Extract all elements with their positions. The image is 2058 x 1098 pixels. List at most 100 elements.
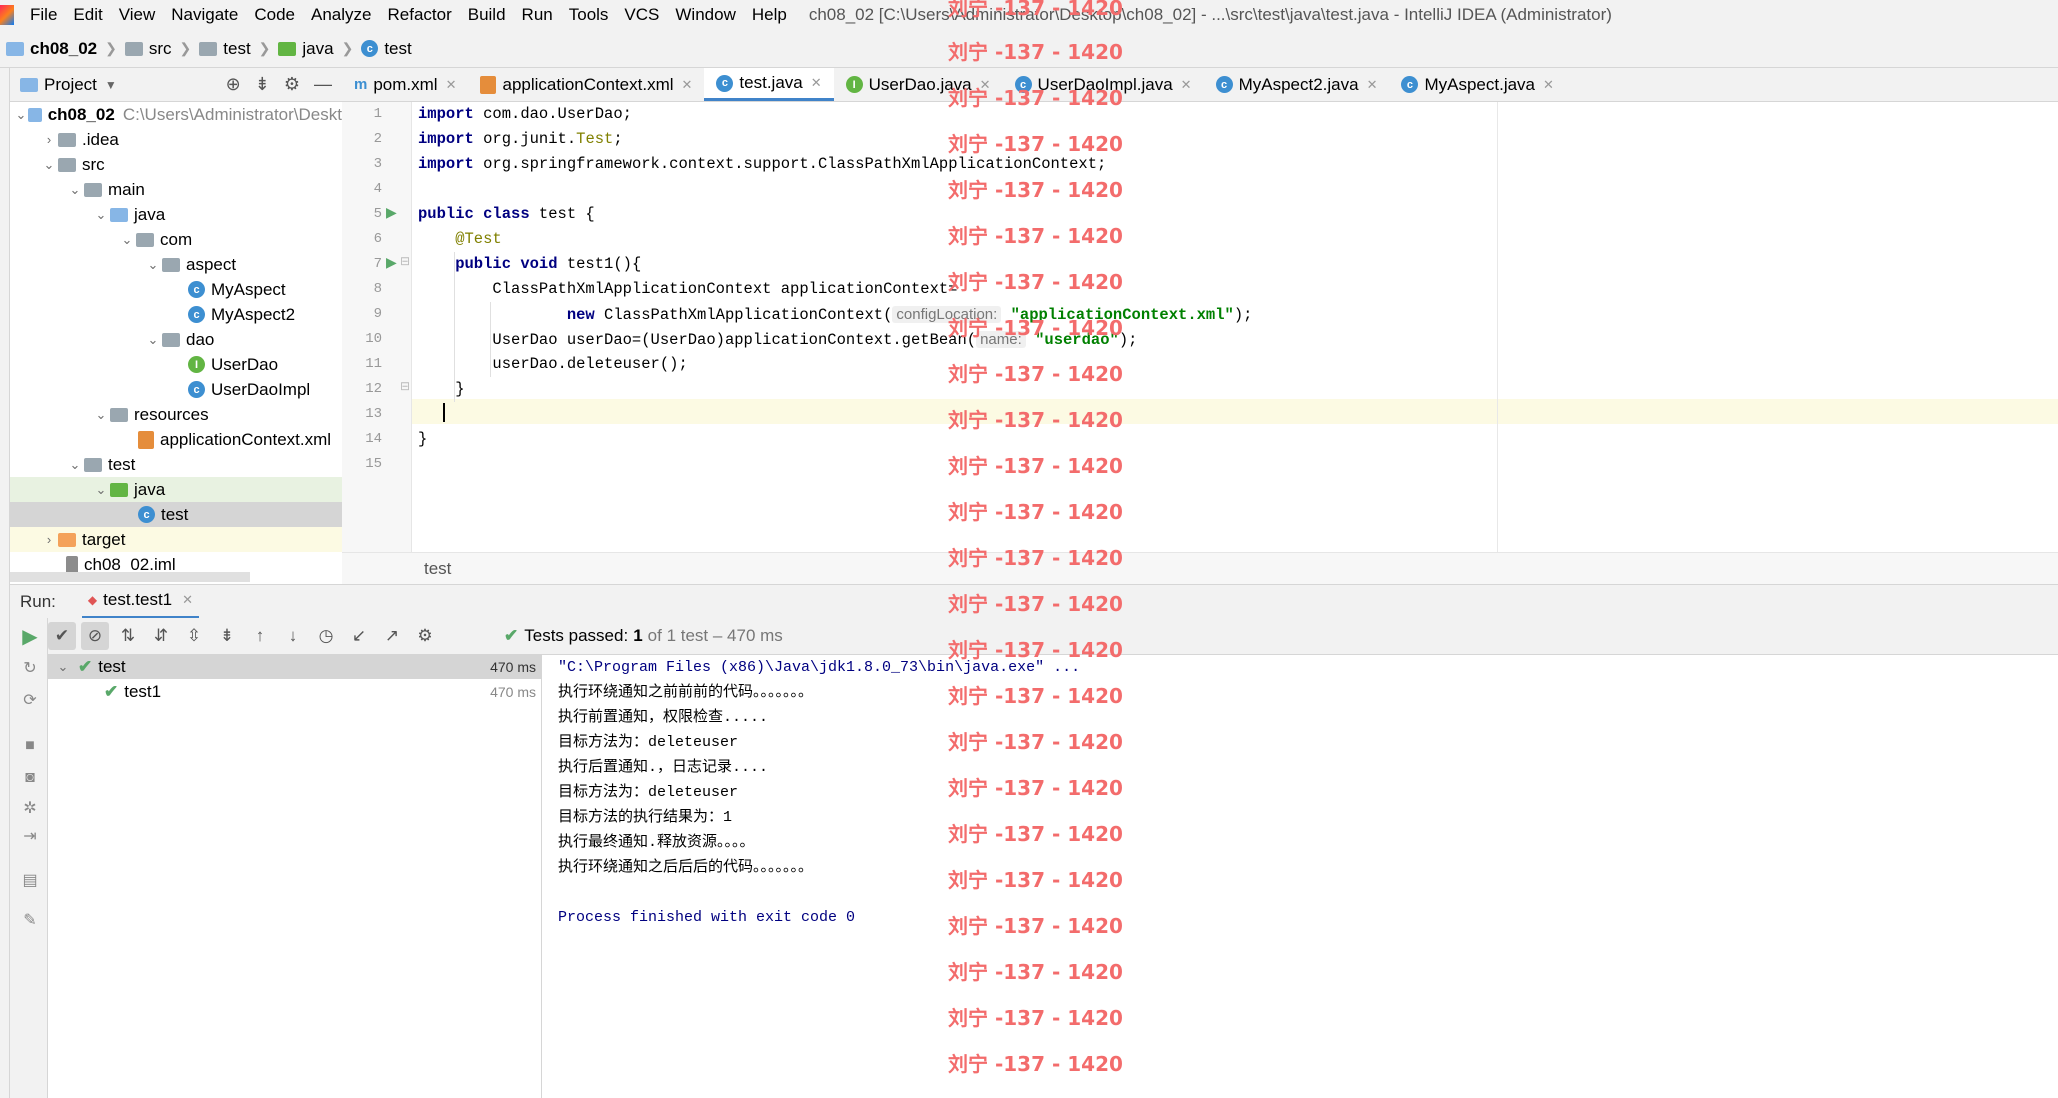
fold-icon[interactable]: ⊟ xyxy=(400,254,410,268)
tab-pom-xml[interactable]: m pom.xml ✕ xyxy=(342,68,468,101)
interface-icon: I xyxy=(188,356,205,373)
sort-by-duration-icon[interactable]: ⇵ xyxy=(147,622,175,650)
watermark: 刘宁 -137 - 1420 xyxy=(948,592,1123,616)
locate-icon[interactable]: ⊕ xyxy=(226,74,241,95)
breadcrumb-class[interactable]: c test xyxy=(355,39,417,59)
next-failed-icon[interactable]: ↓ xyxy=(279,622,307,650)
rerun-failed-icon[interactable]: ↻ xyxy=(18,656,42,680)
line-number: 13 xyxy=(365,406,382,422)
tree-item-userdaoimpl[interactable]: c UserDaoImpl xyxy=(10,377,342,402)
tree-item-src[interactable]: ⌄ src xyxy=(10,152,342,177)
camera-icon[interactable]: ◙ xyxy=(18,766,42,790)
menu-help[interactable]: Help xyxy=(744,5,795,25)
run-tab[interactable]: ◆ test.test1 ✕ xyxy=(81,585,200,619)
menu-window[interactable]: Window xyxy=(667,5,743,25)
test-source-folder-icon xyxy=(110,482,128,497)
gear-icon[interactable]: ⚙ xyxy=(284,74,300,95)
close-icon[interactable]: ✕ xyxy=(182,592,193,608)
toggle-auto-test-icon[interactable]: ⟳ xyxy=(18,688,42,712)
console-output[interactable]: "C:\Program Files (x86)\Java\jdk1.8.0_73… xyxy=(542,654,2058,1098)
left-tool-strip[interactable] xyxy=(0,68,10,1098)
tree-item-target[interactable]: › target xyxy=(10,527,342,552)
watermark: 刘宁 -137 - 1420 xyxy=(948,178,1123,202)
gear-icon[interactable]: ⚙ xyxy=(411,622,439,650)
tree-item-test-class[interactable]: c test xyxy=(10,502,342,527)
console-line: 执行前置通知，权限检查..... xyxy=(558,709,769,726)
tree-item-main-java[interactable]: ⌄ java xyxy=(10,202,342,227)
menu-edit[interactable]: Edit xyxy=(65,5,110,25)
collapse-all-icon[interactable]: ⇟ xyxy=(255,74,270,95)
menu-code[interactable]: Code xyxy=(246,5,303,25)
tree-item-applicationcontext[interactable]: applicationContext.xml xyxy=(10,427,342,452)
test-suite-row[interactable]: ⌄ ✔ test 470 ms xyxy=(48,654,542,679)
stop-icon[interactable]: ■ xyxy=(18,734,42,758)
menu-refactor[interactable]: Refactor xyxy=(379,5,459,25)
tab-applicationcontext-xml[interactable]: applicationContext.xml ✕ xyxy=(468,68,704,101)
tree-item-test[interactable]: ⌄ test xyxy=(10,452,342,477)
menu-view[interactable]: View xyxy=(111,5,164,25)
excluded-folder-icon xyxy=(58,532,76,547)
menu-vcs[interactable]: VCS xyxy=(616,5,667,25)
right-margin-guide xyxy=(1497,102,1498,552)
import-tests-icon[interactable]: ↙ xyxy=(345,622,373,650)
breadcrumb-java[interactable]: java xyxy=(272,39,339,59)
project-view-selector[interactable]: Project ▼ xyxy=(10,75,117,95)
test-config-icon: ◆ xyxy=(87,593,98,607)
project-horizontal-scrollbar[interactable] xyxy=(10,572,250,582)
run-test-gutter-icon[interactable]: ▶ xyxy=(386,254,397,271)
export-tests-icon[interactable]: ↗ xyxy=(378,622,406,650)
close-icon[interactable]: ✕ xyxy=(1543,77,1554,93)
folder-icon xyxy=(84,182,102,197)
tree-item-idea[interactable]: › .idea xyxy=(10,127,342,152)
show-ignored-icon[interactable]: ⊘ xyxy=(81,622,109,650)
expand-all-icon[interactable]: ⇳ xyxy=(180,622,208,650)
bug-icon[interactable]: ✲ xyxy=(18,796,42,820)
tree-item-myaspect2[interactable]: c MyAspect2 xyxy=(10,302,342,327)
tab-myaspect2-java[interactable]: c MyAspect2.java ✕ xyxy=(1204,68,1390,101)
tree-item-myaspect[interactable]: c MyAspect xyxy=(10,277,342,302)
menu-build[interactable]: Build xyxy=(460,5,514,25)
breadcrumb-project[interactable]: ch08_02 xyxy=(0,39,103,59)
menu-navigate[interactable]: Navigate xyxy=(163,5,246,25)
previous-failed-icon[interactable]: ↑ xyxy=(246,622,274,650)
sort-alphabetically-icon[interactable]: ⇅ xyxy=(114,622,142,650)
tab-test-java[interactable]: c test.java ✕ xyxy=(704,68,834,101)
watermark: 刘宁 -137 - 1420 xyxy=(948,638,1123,662)
exit-icon[interactable]: ⇥ xyxy=(18,824,42,848)
tree-item-dao[interactable]: ⌄ dao xyxy=(10,327,342,352)
close-icon[interactable]: ✕ xyxy=(1367,77,1378,93)
show-passed-icon[interactable]: ✔ xyxy=(48,622,76,650)
pin-icon[interactable]: ✎ xyxy=(18,908,42,932)
code-editor[interactable]: import com.dao.UserDao; import org.junit… xyxy=(412,102,2058,552)
layout-icon[interactable]: ▤ xyxy=(18,868,42,892)
tab-myaspect-java[interactable]: c MyAspect.java ✕ xyxy=(1389,68,1565,101)
close-icon[interactable]: ✕ xyxy=(811,75,822,91)
test-history-icon[interactable]: ◷ xyxy=(312,622,340,650)
editor-gutter[interactable]: 1 2 3 4 5 6 7 8 9 10 11 12 13 14 15 ▶ ▶ … xyxy=(342,102,412,552)
collapse-all-icon[interactable]: ⇟ xyxy=(213,622,241,650)
tree-item-resources[interactable]: ⌄ resources xyxy=(10,402,342,427)
test-case-row[interactable]: ✔ test1 470 ms xyxy=(48,679,542,704)
tree-item-aspect[interactable]: ⌄ aspect xyxy=(10,252,342,277)
run-class-gutter-icon[interactable]: ▶ xyxy=(386,204,397,221)
menu-analyze[interactable]: Analyze xyxy=(303,5,379,25)
breadcrumb-src[interactable]: src xyxy=(119,39,178,59)
maven-icon: m xyxy=(354,76,368,93)
fold-icon[interactable]: ⊟ xyxy=(400,379,410,393)
tree-item-project-root[interactable]: ⌄ ch08_02 C:\Users\Administrator\Deskt xyxy=(10,102,342,127)
tree-item-userdao[interactable]: I UserDao xyxy=(10,352,342,377)
tree-item-main[interactable]: ⌄ main xyxy=(10,177,342,202)
hide-icon[interactable]: — xyxy=(314,74,332,95)
rerun-icon[interactable]: ▶ xyxy=(18,624,42,648)
close-icon[interactable]: ✕ xyxy=(682,77,693,93)
editor-breadcrumb-item[interactable]: test xyxy=(424,559,451,579)
close-icon[interactable]: ✕ xyxy=(1181,77,1192,93)
tree-item-com[interactable]: ⌄ com xyxy=(10,227,342,252)
line-number: 8 xyxy=(373,281,382,297)
menu-tools[interactable]: Tools xyxy=(561,5,617,25)
breadcrumb-test[interactable]: test xyxy=(193,39,256,59)
tree-item-test-java[interactable]: ⌄ java xyxy=(10,477,342,502)
menu-file[interactable]: File xyxy=(22,5,65,25)
menu-run[interactable]: Run xyxy=(514,5,561,25)
close-icon[interactable]: ✕ xyxy=(446,77,457,93)
